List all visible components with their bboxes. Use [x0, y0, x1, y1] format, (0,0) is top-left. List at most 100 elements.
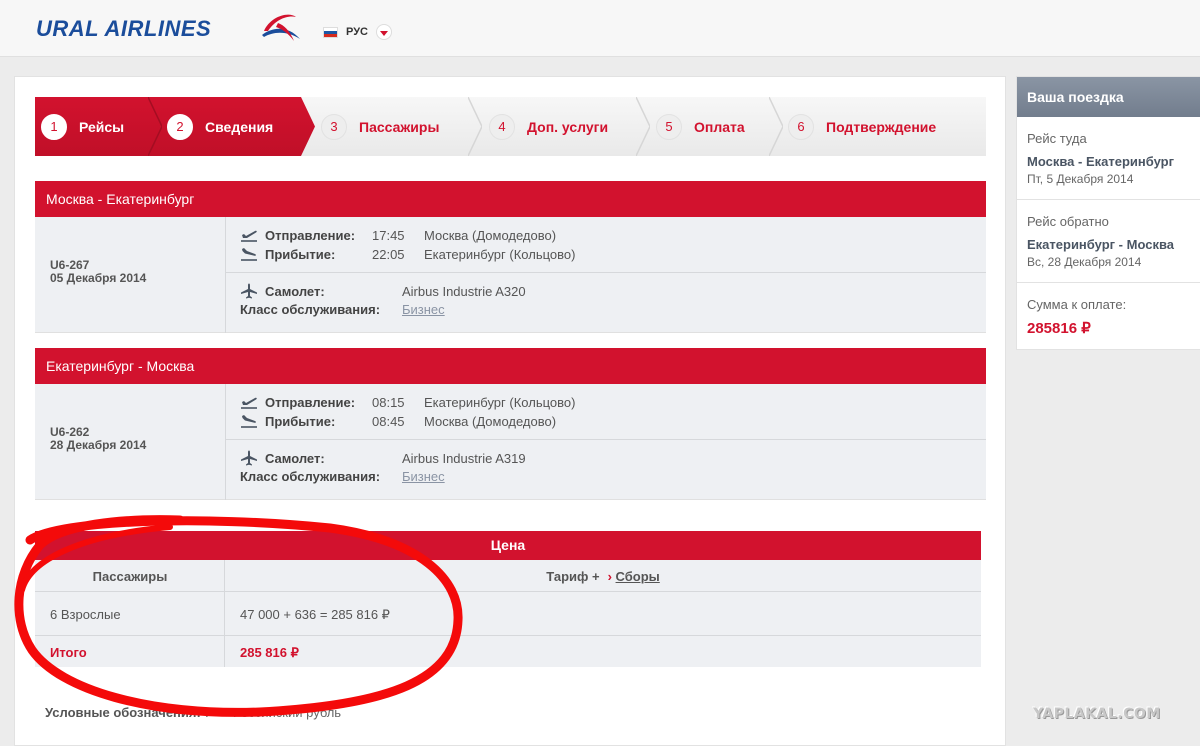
total-amount: 285 816 ₽	[240, 645, 299, 660]
step-payment[interactable]: 5 Оплата	[656, 97, 745, 156]
aircraft-model: Airbus Industrie A319	[402, 450, 526, 466]
outbound-label: Рейс туда	[1027, 131, 1087, 146]
step-confirmation[interactable]: 6 Подтверждение	[788, 97, 936, 156]
flight-return: Екатеринбург - Москва U6-262 28 Декабря …	[35, 348, 986, 500]
arrival-label: Прибытие:	[265, 413, 336, 429]
aircraft-label: Самолет:	[265, 283, 325, 299]
divider	[226, 272, 986, 273]
russia-flag-icon	[323, 26, 338, 38]
flight-route-title: Екатеринбург - Москва	[35, 348, 986, 384]
return-date: Вс, 28 Декабря 2014	[1027, 255, 1142, 269]
step-number: 4	[489, 113, 515, 140]
departure-row: Отправление: 08:15 Екатеринбург (Кольцов…	[240, 394, 575, 410]
logo[interactable]: URAL AIRLINES	[36, 16, 211, 42]
price-table: Цена Пассажиры Тариф + › Сборы 6 Взрослые…	[35, 531, 981, 667]
step-label: Рейсы	[79, 118, 125, 135]
step-number: 2	[167, 113, 193, 140]
step-number: 6	[788, 113, 814, 140]
flight-route-title: Москва - Екатеринбург	[35, 181, 986, 217]
flight-details: U6-267 05 Декабря 2014 Отправление: 17:4…	[35, 217, 986, 333]
chevron-right-icon: ›	[607, 569, 612, 584]
total-summary: Сумма к оплате: 285816 ₽	[1017, 283, 1200, 349]
departure-place: Екатеринбург (Кольцово)	[424, 394, 576, 410]
outbound-route: Москва - Екатеринбург	[1027, 154, 1174, 169]
trip-summary-title: Ваша поездка	[1017, 77, 1200, 117]
class-link[interactable]: Бизнес	[402, 302, 445, 317]
flight-details: U6-262 28 Декабря 2014 Отправление: 08:1…	[35, 384, 986, 500]
airplane-icon	[241, 283, 257, 299]
aircraft-row: Самолет: Airbus Industrie A320	[240, 283, 526, 299]
step-flights[interactable]: 1 Рейсы	[41, 97, 124, 156]
flight-code-date: U6-262 28 Декабря 2014	[50, 426, 146, 452]
col-passengers-header: Пассажиры	[92, 569, 168, 584]
departure-row: Отправление: 17:45 Москва (Домодедово)	[240, 227, 556, 243]
return-summary: Рейс обратно Екатеринбург - Москва Вс, 2…	[1017, 200, 1200, 283]
class-row: Класс обслуживания: Бизнес	[240, 302, 445, 317]
arrival-place: Екатеринбург (Кольцово)	[424, 246, 576, 262]
class-label: Класс обслуживания:	[240, 469, 381, 484]
aircraft-row: Самолет: Airbus Industrie A319	[240, 450, 526, 466]
arrival-row: Прибытие: 22:05 Екатеринбург (Кольцово)	[240, 246, 575, 262]
departure-place: Москва (Домодедово)	[424, 227, 557, 243]
language-selector[interactable]: РУС	[323, 24, 392, 40]
flight-date: 28 Декабря 2014	[50, 438, 147, 452]
logo-swoosh-icon	[262, 14, 300, 41]
sum-amount: 285816 ₽	[1027, 320, 1091, 337]
arrival-place: Москва (Домодедово)	[424, 413, 557, 429]
ruble-symbol: ₽	[204, 705, 213, 720]
return-route: Екатеринбург - Москва	[1027, 237, 1174, 252]
departure-time: 08:15	[372, 394, 405, 410]
step-label: Оплата	[694, 118, 745, 135]
takeoff-icon	[241, 397, 257, 409]
departure-label: Отправление:	[265, 394, 356, 410]
total-label: Итого	[50, 645, 87, 660]
flight-code-date: U6-267 05 Декабря 2014	[50, 259, 146, 285]
step-details[interactable]: 2 Сведения	[167, 97, 273, 156]
departure-time: 17:45	[372, 227, 405, 243]
step-label: Подтверждение	[826, 118, 937, 135]
flight-outbound: Москва - Екатеринбург U6-267 05 Декабря …	[35, 181, 986, 333]
arrival-time: 22:05	[372, 246, 405, 262]
col-tariff-header: Тариф + › Сборы	[225, 569, 981, 584]
class-link[interactable]: Бизнес	[402, 469, 445, 484]
flight-id-cell: U6-262 28 Декабря 2014	[35, 384, 226, 500]
price-total-row: Итого 285 816 ₽	[35, 636, 981, 667]
booking-steps: 1 Рейсы 2 Сведения 3 Пассажиры 4 Доп. ус…	[35, 97, 986, 156]
outbound-date: Пт, 5 Декабря 2014	[1027, 172, 1134, 186]
divider	[226, 439, 986, 440]
booking-panel: 1 Рейсы 2 Сведения 3 Пассажиры 4 Доп. ус…	[14, 76, 1006, 746]
flight-id-cell: U6-267 05 Декабря 2014	[35, 217, 226, 333]
watermark: YAPLAKAL.COM	[1033, 706, 1161, 722]
class-label: Класс обслуживания:	[240, 302, 381, 317]
fees-link[interactable]: Сборы	[616, 569, 660, 584]
landing-icon	[241, 248, 257, 261]
language-label: РУС	[346, 26, 368, 38]
airplane-icon	[241, 450, 257, 466]
step-number: 3	[321, 113, 347, 140]
step-extras[interactable]: 4 Доп. услуги	[489, 97, 608, 156]
chevron-down-icon[interactable]	[375, 24, 392, 40]
flight-date: 05 Декабря 2014	[50, 271, 147, 285]
legend-text: — Российский рубль	[216, 705, 342, 720]
step-separator	[148, 97, 162, 156]
legend-label: Условные обозначения:	[45, 705, 201, 720]
step-number: 1	[41, 113, 67, 140]
return-label: Рейс обратно	[1027, 214, 1109, 229]
step-label: Сведения	[205, 118, 274, 135]
passenger-count: 6 Взрослые	[50, 607, 121, 622]
site-header: URAL AIRLINES РУС	[0, 0, 1200, 57]
price-header-row: Пассажиры Тариф + › Сборы	[35, 560, 981, 592]
arrival-row: Прибытие: 08:45 Москва (Домодедово)	[240, 413, 556, 429]
price-passengers-row: 6 Взрослые 47 000 + 636 = 285 816 ₽	[35, 592, 981, 636]
price-calculation: 47 000 + 636 = 285 816 ₽	[240, 607, 390, 622]
step-passengers[interactable]: 3 Пассажиры	[321, 97, 439, 156]
outbound-summary: Рейс туда Москва - Екатеринбург Пт, 5 Де…	[1017, 117, 1200, 200]
step-label: Доп. услуги	[527, 118, 609, 135]
aircraft-model: Airbus Industrie A320	[402, 283, 526, 299]
trip-summary: Ваша поездка Рейс туда Москва - Екатерин…	[1016, 76, 1200, 350]
sum-label: Сумма к оплате:	[1027, 297, 1127, 312]
price-title: Цена	[35, 531, 981, 560]
takeoff-icon	[241, 230, 257, 242]
departure-label: Отправление:	[265, 227, 356, 243]
step-number: 5	[656, 113, 682, 140]
